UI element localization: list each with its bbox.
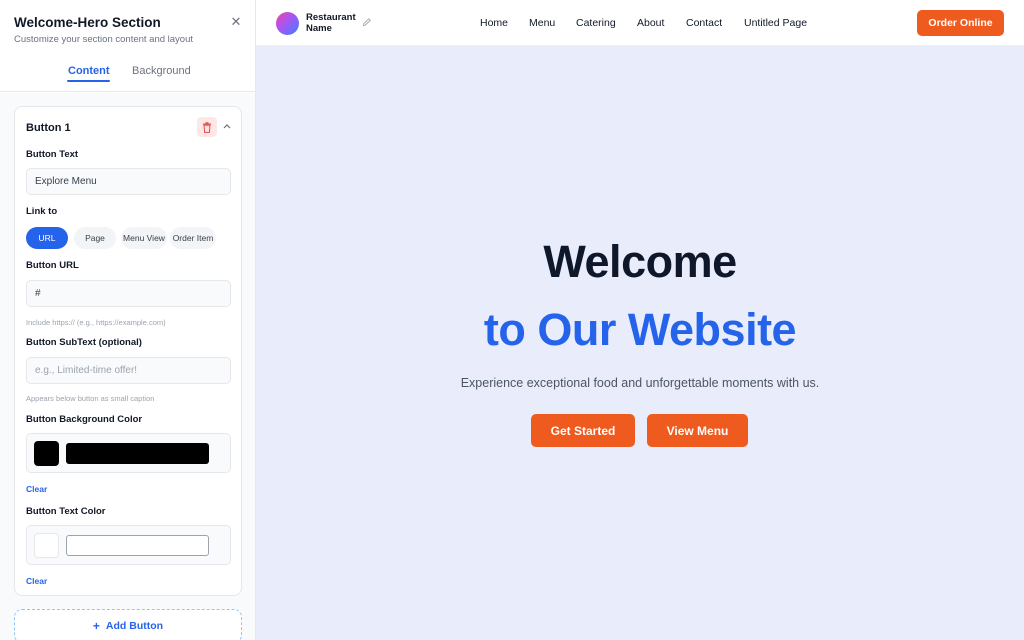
link-option-url[interactable]: URL xyxy=(26,227,68,249)
link-option-order-item[interactable]: Order Item xyxy=(170,227,216,249)
editor-panel: Welcome-Hero Section Customize your sect… xyxy=(0,0,256,640)
tab-background[interactable]: Background xyxy=(132,65,191,77)
nav-contact[interactable]: Contact xyxy=(686,17,722,29)
subtext-label: Button SubText (optional) xyxy=(26,337,142,348)
plus-icon: + xyxy=(92,619,100,633)
bg-color-label: Button Background Color xyxy=(26,414,143,425)
brand-line-2: Name xyxy=(306,23,332,34)
button-card-title: Button 1 xyxy=(26,122,71,134)
link-option-page[interactable]: Page xyxy=(74,227,116,249)
active-tab-indicator xyxy=(67,80,110,82)
close-icon[interactable]: ✕ xyxy=(228,14,244,30)
button-text-label: Button Text xyxy=(26,149,79,160)
add-button[interactable]: + Add Button xyxy=(14,609,242,640)
trash-icon[interactable] xyxy=(197,117,217,137)
brand-name[interactable]: Restaurant Name xyxy=(306,12,356,34)
link-to-label: Link to xyxy=(26,206,58,217)
nav-about[interactable]: About xyxy=(637,17,664,29)
text-color-swatch[interactable] xyxy=(34,533,59,558)
chevron-up-icon[interactable] xyxy=(221,119,233,133)
text-color-picker xyxy=(26,525,231,565)
site-preview: Restaurant Name Home Menu Catering About… xyxy=(256,0,1024,640)
add-button-label: Add Button xyxy=(105,620,164,632)
pencil-icon[interactable] xyxy=(362,17,372,27)
button-text-input[interactable]: Explore Menu xyxy=(26,168,231,195)
view-menu-button[interactable]: View Menu xyxy=(647,414,748,447)
text-color-hex-input[interactable] xyxy=(66,535,209,556)
nav-menu[interactable]: Menu xyxy=(529,17,555,29)
nav-home[interactable]: Home xyxy=(480,17,508,29)
panel-scroll-area[interactable]: Button 1 Button Text Explore Menu Link t… xyxy=(0,93,255,640)
panel-title: Welcome-Hero Section xyxy=(14,15,161,30)
button-url-label: Button URL xyxy=(26,260,79,271)
brand-line-1: Restaurant xyxy=(306,12,356,23)
tab-content[interactable]: Content xyxy=(68,65,110,77)
button-url-input[interactable]: # xyxy=(26,280,231,307)
hero-subtitle: Experience exceptional food and unforget… xyxy=(460,376,820,390)
bg-color-clear[interactable]: Clear xyxy=(26,484,47,494)
bg-color-picker xyxy=(26,433,231,473)
get-started-button[interactable]: Get Started xyxy=(531,414,635,447)
subtext-input[interactable]: e.g., Limited-time offer! xyxy=(26,357,231,384)
text-color-clear[interactable]: Clear xyxy=(26,576,47,586)
button-card: Button 1 Button Text Explore Menu Link t… xyxy=(14,106,242,596)
bg-color-swatch[interactable] xyxy=(34,441,59,466)
bg-color-hex-input[interactable] xyxy=(66,443,209,464)
text-color-label: Button Text Color xyxy=(26,506,106,517)
subtext-hint: Appears below button as small caption xyxy=(26,394,155,403)
preview-navbar: Restaurant Name Home Menu Catering About… xyxy=(256,0,1024,46)
hero-title-line-2: to Our Website xyxy=(483,304,797,355)
button-url-hint: Include https:// (e.g., https://example.… xyxy=(26,318,166,327)
restaurant-logo-icon[interactable] xyxy=(276,12,299,35)
link-option-menu-view[interactable]: Menu View xyxy=(121,227,167,249)
order-online-button[interactable]: Order Online xyxy=(917,10,1004,36)
hero-title-line-1: Welcome xyxy=(543,236,737,287)
panel-tabs: Content Background xyxy=(0,56,255,92)
nav-catering[interactable]: Catering xyxy=(576,17,616,29)
nav-untitled-page[interactable]: Untitled Page xyxy=(744,17,807,29)
panel-subtitle: Customize your section content and layou… xyxy=(14,34,194,45)
